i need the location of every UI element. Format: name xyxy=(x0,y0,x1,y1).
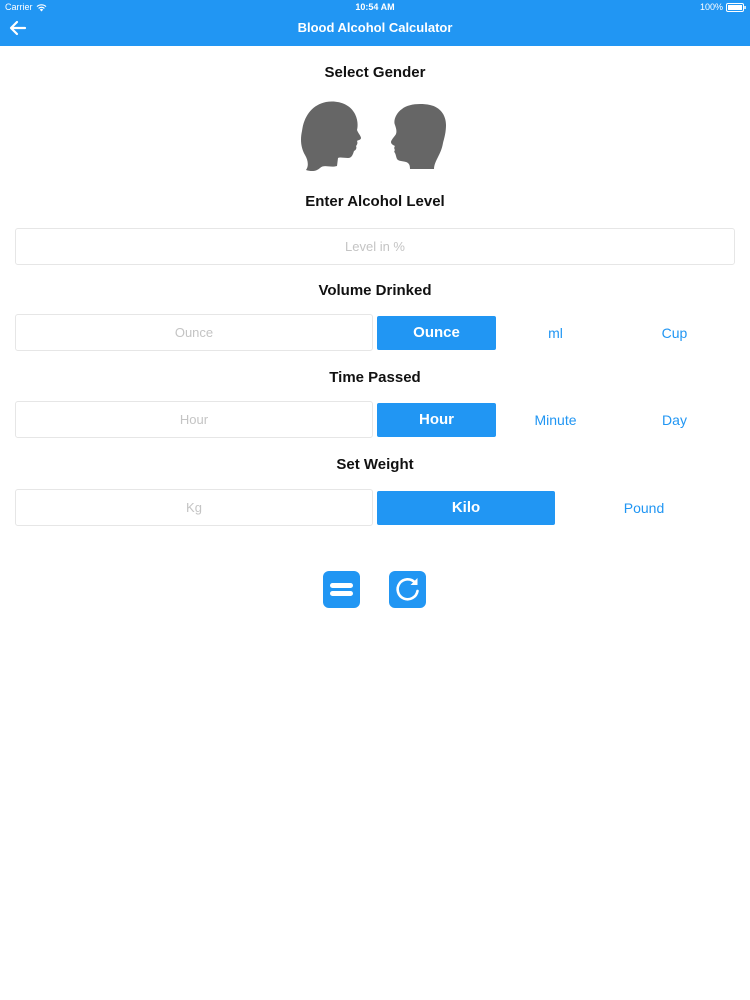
reset-button[interactable] xyxy=(389,571,426,608)
alcohol-level-input[interactable] xyxy=(15,228,735,265)
female-silhouette-icon xyxy=(301,101,361,172)
gender-section-title: Select Gender xyxy=(324,64,426,81)
volume-section-title: Volume Drinked xyxy=(318,282,432,299)
gender-selector xyxy=(0,100,750,172)
time-unit-minute-button[interactable]: Minute xyxy=(496,403,615,437)
calculate-button[interactable] xyxy=(323,571,360,608)
alcohol-section-title: Enter Alcohol Level xyxy=(305,193,445,210)
male-option[interactable] xyxy=(388,103,448,169)
male-silhouette-icon xyxy=(391,104,446,169)
time-input[interactable] xyxy=(15,401,373,438)
female-option[interactable] xyxy=(300,100,362,172)
weight-input[interactable] xyxy=(15,489,373,526)
clock: 10:54 AM xyxy=(355,2,395,12)
battery-percent: 100% xyxy=(699,2,723,12)
volume-input[interactable] xyxy=(15,314,373,351)
status-bar: Carrier 10:54 AM 100% xyxy=(0,0,750,14)
time-unit-hour-button[interactable]: Hour xyxy=(377,403,496,437)
volume-unit-cup-button[interactable]: Cup xyxy=(615,316,734,350)
page-title: Blood Alcohol Calculator xyxy=(297,20,453,35)
equals-icon xyxy=(330,583,353,596)
battery-indicator: 100% xyxy=(700,0,746,14)
weight-unit-kilo-button[interactable]: Kilo xyxy=(377,491,555,525)
time-section-title: Time Passed xyxy=(329,369,421,386)
app-screen: Carrier 10:54 AM 100% Blood Alcohol Calc… xyxy=(0,0,750,1000)
refresh-icon xyxy=(396,578,419,601)
time-unit-day-button[interactable]: Day xyxy=(615,403,734,437)
weight-unit-pound-button[interactable]: Pound xyxy=(555,491,733,525)
volume-unit-ml-button[interactable]: ml xyxy=(496,316,615,350)
navigation-bar: Carrier 10:54 AM 100% Blood Alcohol Calc… xyxy=(0,0,750,46)
weight-section-title: Set Weight xyxy=(336,456,414,473)
volume-unit-ounce-button[interactable]: Ounce xyxy=(377,316,496,350)
battery-icon xyxy=(726,2,746,12)
